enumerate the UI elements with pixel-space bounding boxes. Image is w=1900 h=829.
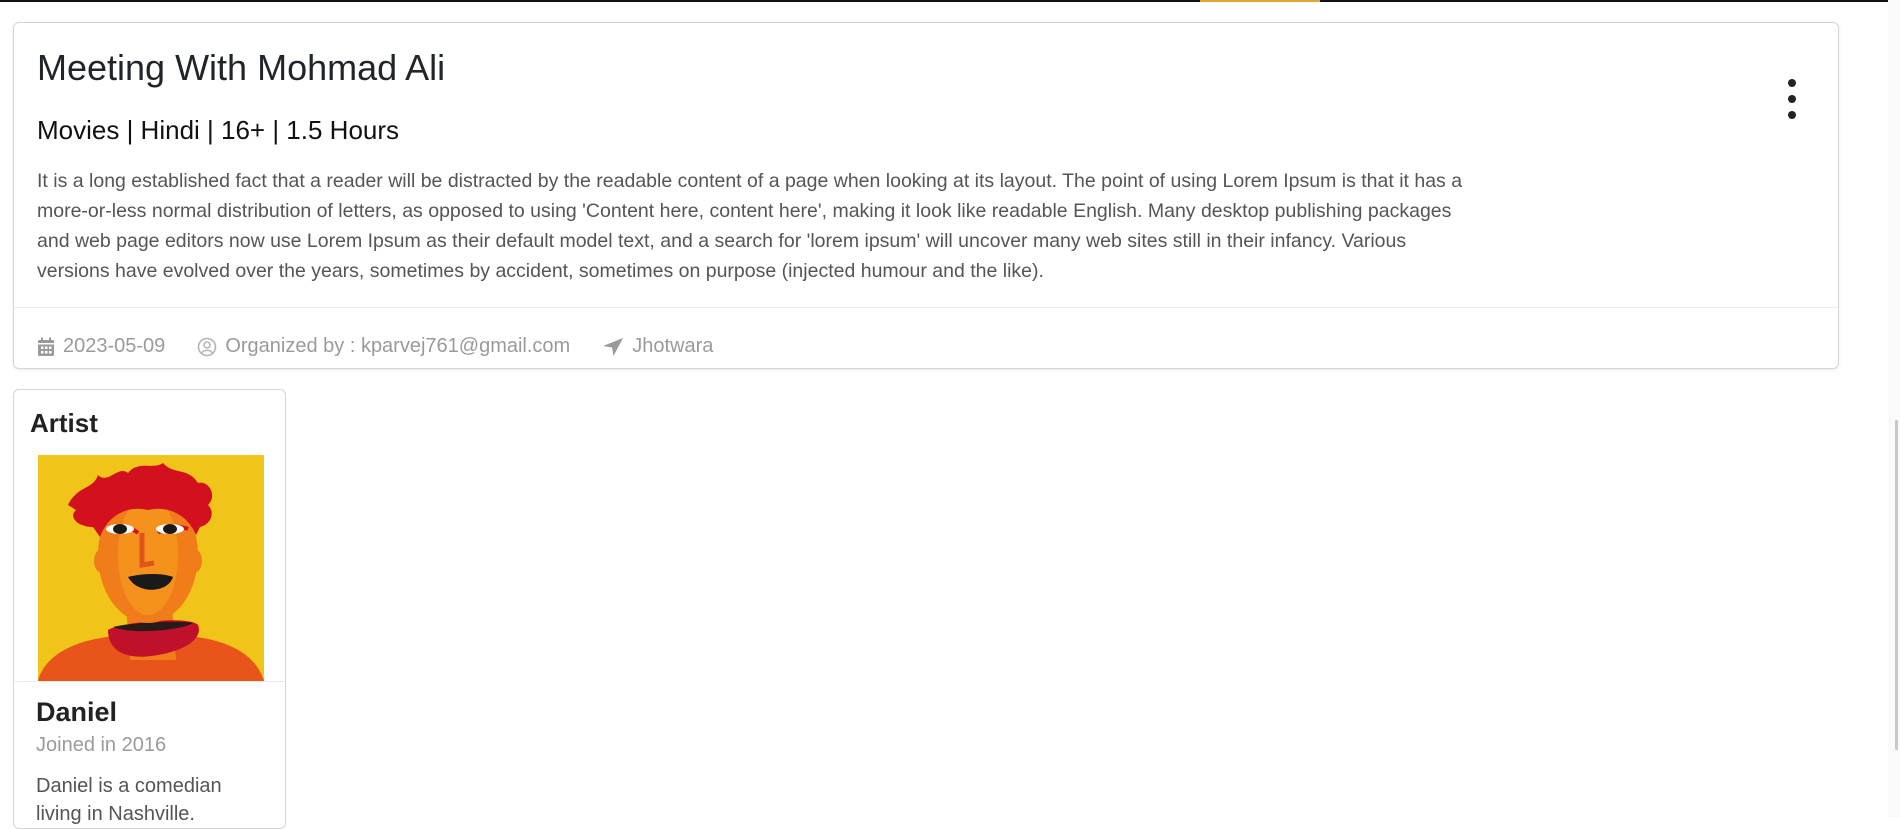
user-circle-icon (197, 337, 217, 357)
location-arrow-icon (602, 337, 624, 357)
menu-dot (1788, 95, 1796, 103)
event-date-text: 2023-05-09 (63, 335, 166, 357)
event-meta: Movies | Hindi | 16+ | 1.5 Hours (37, 115, 400, 145)
calendar-icon (37, 337, 55, 357)
event-card: Meeting With Mohmad Ali Movies | Hindi |… (13, 22, 1839, 369)
scrollbar-thumb[interactable] (1895, 420, 1898, 750)
top-strip (0, 0, 1900, 2)
event-description: It is a long established fact that a rea… (37, 170, 1463, 282)
event-footer: 2023-05-09 Organized by : kparvej761@gma… (37, 335, 713, 358)
event-title: Meeting With Mohmad Ali (37, 47, 446, 88)
artist-divider (14, 681, 285, 682)
event-location: Jhotwara (602, 335, 713, 358)
event-organizer-text: Organized by : kparvej761@gmail.com (225, 335, 571, 357)
menu-dot (1788, 111, 1796, 119)
top-strip-glow (1200, 0, 1320, 2)
card-divider (14, 307, 1838, 308)
event-location-text: Jhotwara (632, 335, 714, 357)
page-scrollbar[interactable] (1888, 0, 1900, 817)
artist-photo (38, 455, 264, 681)
menu-dot (1788, 79, 1796, 87)
artist-joined: Joined in 2016 (36, 734, 167, 756)
event-date: 2023-05-09 (37, 335, 165, 358)
kebab-menu-icon[interactable] (1780, 79, 1804, 119)
artist-card[interactable]: Artist Daniel Joined in 2016 Daniel is a… (13, 389, 286, 829)
artist-name: Daniel (36, 697, 118, 727)
artist-heading: Artist (30, 408, 98, 438)
artist-bio: Daniel is a comedian living in Nashville… (36, 775, 222, 825)
event-organizer: Organized by : kparvej761@gmail.com (197, 335, 570, 358)
